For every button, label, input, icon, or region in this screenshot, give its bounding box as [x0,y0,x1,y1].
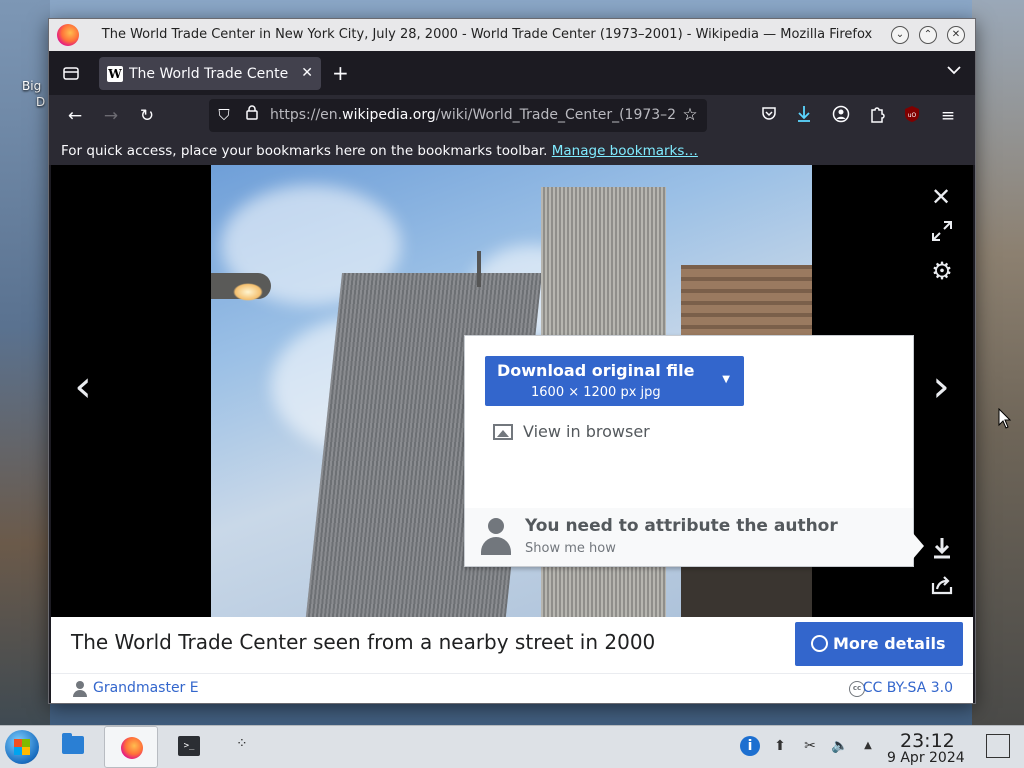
maximize-button[interactable]: ⌃ [919,26,937,44]
start-menu-button[interactable] [5,730,39,764]
desktop-background-right [972,0,1024,725]
reload-icon[interactable]: ↻ [136,105,158,127]
url-bar[interactable]: ⛉ https://en.wikipedia.org/wiki/World_Tr… [209,99,707,132]
network-icon[interactable]: ⁘ [236,736,258,756]
url-text[interactable]: https://en.wikipedia.org/wiki/World_Trad… [270,99,675,132]
scissors-tray-icon[interactable]: ✂ [800,736,820,756]
info-icon [811,635,828,652]
settings-gear-icon[interactable]: ⚙ [929,257,955,285]
image-caption: The World Trade Center seen from a nearb… [71,630,656,654]
window-title: The World Trade Center in New York City,… [101,27,873,42]
file-manager-icon[interactable] [62,733,84,754]
user-icon [73,681,87,697]
image-icon [493,423,513,440]
taskbar: >_ ⁘ i ⬆ ✂ 🔈 ▲ 23:12 9 Apr 2024 [0,725,1024,768]
tab-wikipedia[interactable]: W The World Trade Center i ✕ [99,57,321,90]
info-tray-icon[interactable]: i [740,736,760,756]
previous-image-icon[interactable]: ‹ [65,365,101,409]
svg-text:uO: uO [908,112,917,119]
list-all-tabs-icon[interactable] [947,63,961,79]
back-icon[interactable]: ← [64,105,86,127]
tab-list-icon[interactable] [61,63,81,83]
close-viewer-icon[interactable]: ✕ [929,183,953,211]
caption-bar: The World Trade Center seen from a nearb… [51,617,973,673]
shield-icon[interactable]: ⛉ [213,104,235,126]
download-popup: Download original file 1600 × 1200 px jp… [464,335,914,567]
new-tab-button[interactable]: + [332,61,349,85]
tab-close-icon[interactable]: ✕ [301,65,313,81]
clock-time[interactable]: 23:12 [900,730,955,752]
share-icon[interactable] [929,575,955,599]
window-titlebar[interactable]: The World Trade Center in New York City,… [49,19,975,51]
tab-bar: W The World Trade Center i ✕ + [49,51,975,95]
extensions-icon[interactable] [866,105,888,127]
clock-date[interactable]: 9 Apr 2024 [887,750,965,766]
pocket-icon[interactable] [758,105,780,127]
navigation-toolbar: ← → ↻ ⛉ https://en.wikipedia.org/wiki/Wo… [49,95,975,137]
bookmarks-toolbar: For quick access, place your bookmarks h… [49,137,975,165]
desktop-icon-label[interactable]: Big D [22,78,45,110]
firefox-icon [121,737,143,759]
account-icon[interactable] [830,105,852,127]
forward-icon[interactable]: → [100,105,122,127]
download-icon[interactable] [929,537,955,563]
image-metadata-bar: Grandmaster E cc CC BY-SA 3.0 [51,673,973,703]
minimize-button[interactable]: ⌄ [891,26,909,44]
person-icon [479,518,511,556]
lock-icon[interactable] [241,104,263,126]
wikipedia-favicon-icon: W [107,65,123,82]
fullscreen-icon[interactable] [929,220,955,246]
view-in-browser-link[interactable]: View in browser [493,422,650,441]
ublock-origin-icon[interactable]: uO [901,105,923,127]
license-link[interactable]: CC BY-SA 3.0 [863,680,953,696]
next-image-icon[interactable]: › [923,365,959,409]
tray-expand-icon[interactable]: ▲ [858,736,878,756]
author-link[interactable]: Grandmaster E [93,680,199,696]
taskbar-firefox[interactable] [104,726,158,768]
bookmark-star-icon[interactable]: ☆ [679,104,701,126]
terminal-icon[interactable]: >_ [178,736,200,756]
downloads-icon[interactable] [793,105,815,127]
download-original-button[interactable]: Download original file 1600 × 1200 px jp… [485,356,744,406]
show-desktop-button[interactable] [986,734,1010,758]
show-me-how-link[interactable]: Show me how [525,541,616,556]
volume-tray-icon[interactable]: 🔈 [830,736,850,756]
firefox-logo-icon [57,24,79,46]
dropdown-caret-icon[interactable]: ▼ [722,374,730,385]
hamburger-menu-icon[interactable]: ≡ [937,105,959,127]
manage-bookmarks-link[interactable]: Manage bookmarks… [552,143,698,159]
more-details-button[interactable]: More details [795,622,963,666]
popup-pointer [912,532,924,560]
windows-logo-icon [14,739,30,755]
close-window-button[interactable]: ✕ [947,26,965,44]
attribution-panel[interactable]: You need to attribute the author Show me… [465,508,913,566]
update-tray-icon[interactable]: ⬆ [770,736,790,756]
tab-title: The World Trade Center i [129,65,289,82]
mouse-cursor-icon [998,407,1012,434]
